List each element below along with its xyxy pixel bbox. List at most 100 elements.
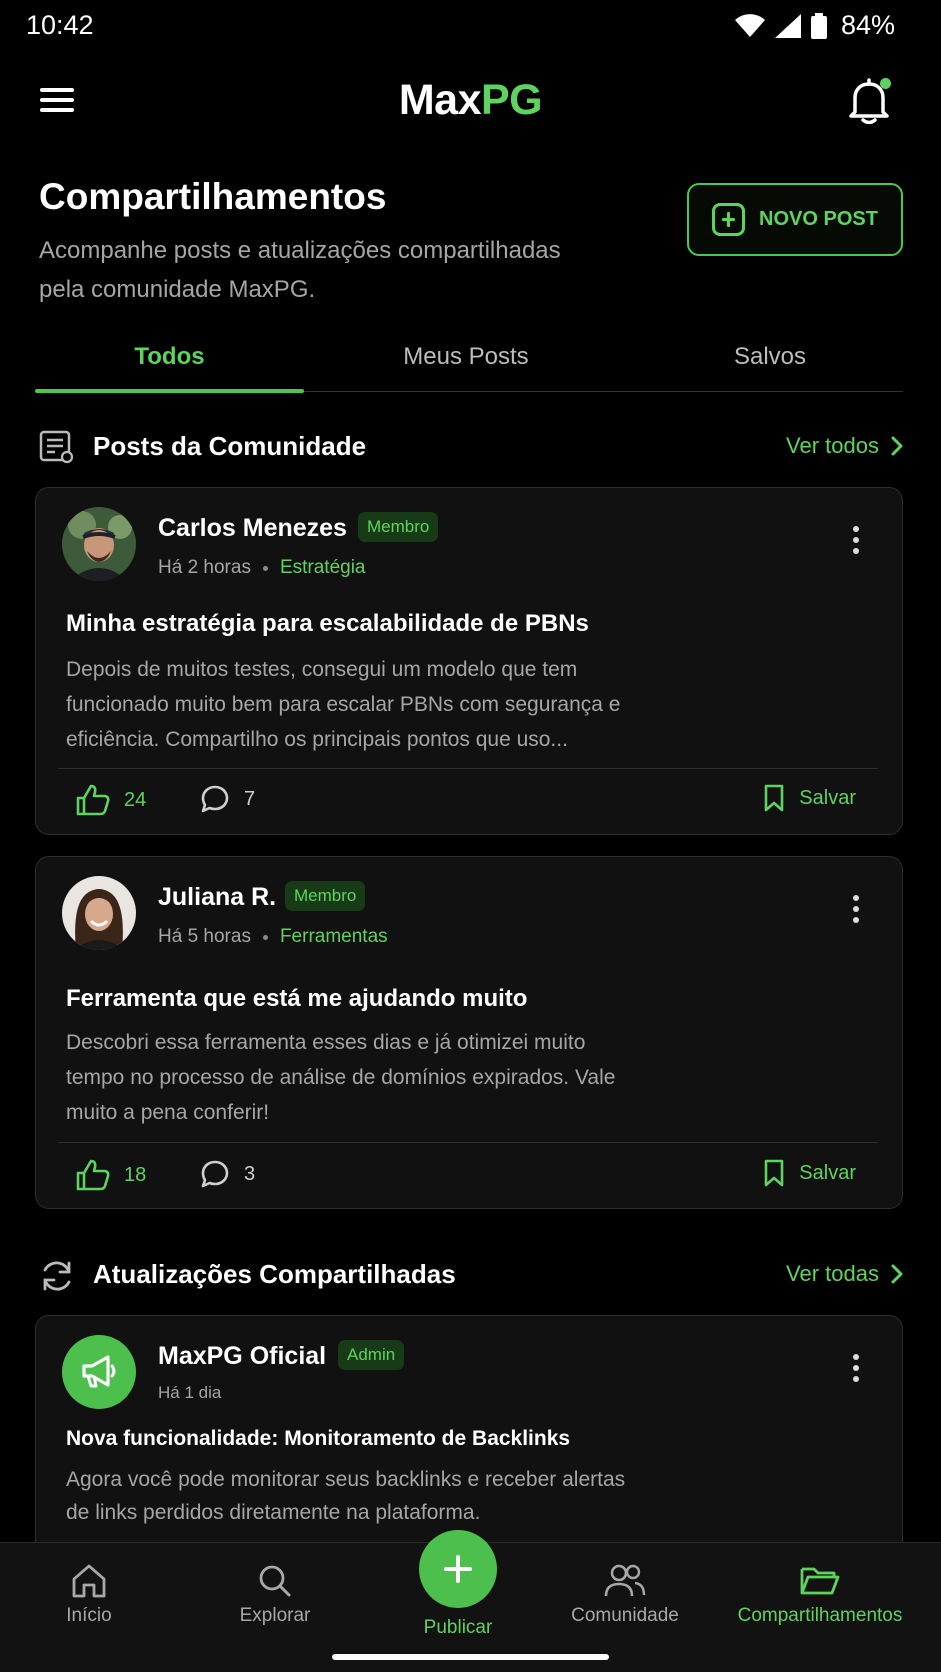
status-icons: 84% — [734, 10, 895, 41]
nav-inicio-label: Início — [66, 1605, 112, 1626]
home-icon — [72, 1564, 106, 1598]
comment-icon — [201, 785, 229, 813]
tab-salvos[interactable]: Salvos — [635, 343, 905, 371]
tab-bar: Todos Meus Posts Salvos — [35, 335, 905, 393]
save-label: Salvar — [799, 786, 856, 809]
nav-inicio[interactable]: Início — [44, 1563, 134, 1627]
new-post-label: NOVO POST — [759, 208, 878, 230]
post-card[interactable]: Carlos Menezes Membro Há 2 horas Estraté… — [35, 487, 903, 835]
ver-todos-label: Ver todos — [786, 433, 879, 458]
admin-badge: Admin — [338, 1340, 405, 1370]
post-body: Descobri essa ferramenta esses dias e já… — [66, 1031, 616, 1124]
member-badge: Membro — [285, 881, 366, 911]
update-time: Há 1 dia — [158, 1383, 222, 1402]
publish-label[interactable]: Publicar — [380, 1617, 536, 1639]
updates-section-title: Atualizações Compartilhadas — [93, 1259, 456, 1289]
post-author[interactable]: Carlos Menezes — [158, 514, 347, 543]
refresh-icon — [43, 1261, 71, 1291]
save-label: Salvar — [799, 1161, 856, 1184]
chevron-right-icon — [891, 436, 903, 456]
like-button[interactable]: 18 — [76, 1159, 146, 1191]
post-category[interactable]: Estratégia — [280, 557, 366, 579]
ver-todas-label: Ver todas — [786, 1261, 879, 1286]
comment-icon — [201, 1160, 229, 1188]
card-divider — [58, 1142, 878, 1143]
page-subtitle: Acompanhe posts e atualizações compartil… — [39, 237, 561, 303]
card-divider — [58, 768, 878, 769]
avatar — [62, 507, 136, 581]
battery-icon — [810, 12, 827, 39]
more-options-button[interactable] — [850, 526, 862, 560]
chevron-right-icon — [891, 1264, 903, 1284]
battery-percent: 84% — [840, 10, 895, 40]
app-header: MaxPG — [0, 60, 941, 146]
post-card[interactable]: Juliana R. Membro Há 5 horas Ferramentas… — [35, 856, 903, 1209]
folder-icon — [800, 1567, 840, 1595]
bookmark-icon — [764, 1159, 784, 1187]
post-time: Há 2 horas — [158, 557, 251, 578]
post-title[interactable]: Ferramenta que está me ajudando muito — [66, 985, 527, 1013]
post-time: Há 5 horas — [158, 926, 251, 947]
community-section-title: Posts da Comunidade — [93, 431, 367, 461]
like-button[interactable]: 24 — [76, 784, 146, 816]
save-button[interactable]: Salvar — [763, 784, 856, 812]
meta-separator — [262, 565, 268, 571]
logo-main: Max — [398, 76, 482, 124]
signal-icon — [774, 13, 801, 38]
logo-accent: PG — [481, 76, 543, 124]
post-meta: Há 2 horas Estratégia — [158, 557, 366, 579]
tab-todos[interactable]: Todos — [35, 343, 304, 371]
comment-button[interactable]: 7 — [200, 784, 255, 814]
comment-button[interactable]: 3 — [200, 1159, 255, 1189]
nav-compartilhamentos[interactable]: Compartilhamentos — [730, 1563, 910, 1627]
home-indicator[interactable] — [332, 1654, 609, 1660]
nav-explorar[interactable]: Explorar — [220, 1563, 330, 1627]
app-logo: MaxPG — [0, 76, 941, 125]
updates-section-header: Atualizações Compartilhadas Ver todas — [39, 1256, 903, 1296]
notification-dot — [880, 78, 891, 89]
avatar — [62, 876, 136, 950]
update-body: Agora você pode monitorar seus backlinks… — [66, 1468, 626, 1524]
more-options-button[interactable] — [850, 1354, 862, 1388]
tab-meus-posts[interactable]: Meus Posts — [331, 343, 601, 371]
plus-icon — [444, 1555, 472, 1583]
post-category[interactable]: Ferramentas — [280, 926, 388, 948]
notifications-button[interactable] — [849, 78, 893, 128]
search-icon — [259, 1565, 291, 1597]
wifi-icon — [734, 13, 765, 37]
update-meta: Há 1 dia — [158, 1383, 221, 1403]
save-button[interactable]: Salvar — [763, 1159, 856, 1187]
nav-explorar-label: Explorar — [239, 1605, 311, 1626]
comment-count: 3 — [244, 1162, 256, 1185]
megaphone-icon — [82, 1355, 116, 1388]
nav-compartilhamentos-label: Compartilhamentos — [737, 1605, 903, 1626]
meta-separator — [262, 934, 268, 940]
like-count: 24 — [124, 788, 147, 811]
page-title: Compartilhamentos — [39, 176, 387, 217]
status-time: 10:42 — [26, 10, 94, 40]
update-title[interactable]: Nova funcionalidade: Monitoramento de Ba… — [66, 1427, 570, 1451]
post-meta: Há 5 horas Ferramentas — [158, 926, 388, 948]
active-tab-indicator — [35, 389, 304, 393]
community-section-header: Posts da Comunidade Ver todos — [39, 428, 903, 468]
post-title[interactable]: Minha estratégia para escalabilidade de … — [66, 610, 589, 638]
document-list-icon — [39, 430, 74, 464]
update-author[interactable]: MaxPG Oficial — [158, 1342, 326, 1371]
comment-count: 7 — [244, 787, 256, 810]
plus-square-icon — [712, 203, 746, 236]
publish-fab[interactable] — [419, 1530, 497, 1608]
thumbs-up-icon — [76, 784, 110, 816]
ver-todas-link[interactable]: Ver todas — [786, 1261, 903, 1287]
ver-todos-link[interactable]: Ver todos — [786, 433, 903, 459]
users-icon — [604, 1564, 646, 1597]
nav-comunidade[interactable]: Comunidade — [560, 1563, 690, 1627]
post-body: Depois de muitos testes, consegui um mod… — [66, 658, 621, 751]
avatar — [62, 1335, 136, 1409]
new-post-button[interactable]: NOVO POST — [687, 183, 903, 256]
nav-comunidade-label: Comunidade — [571, 1605, 679, 1626]
more-options-button[interactable] — [850, 895, 862, 929]
post-author[interactable]: Juliana R. — [158, 883, 276, 912]
like-count: 18 — [124, 1163, 147, 1186]
status-bar: 10:42 84% — [0, 0, 941, 54]
thumbs-up-icon — [76, 1159, 110, 1191]
